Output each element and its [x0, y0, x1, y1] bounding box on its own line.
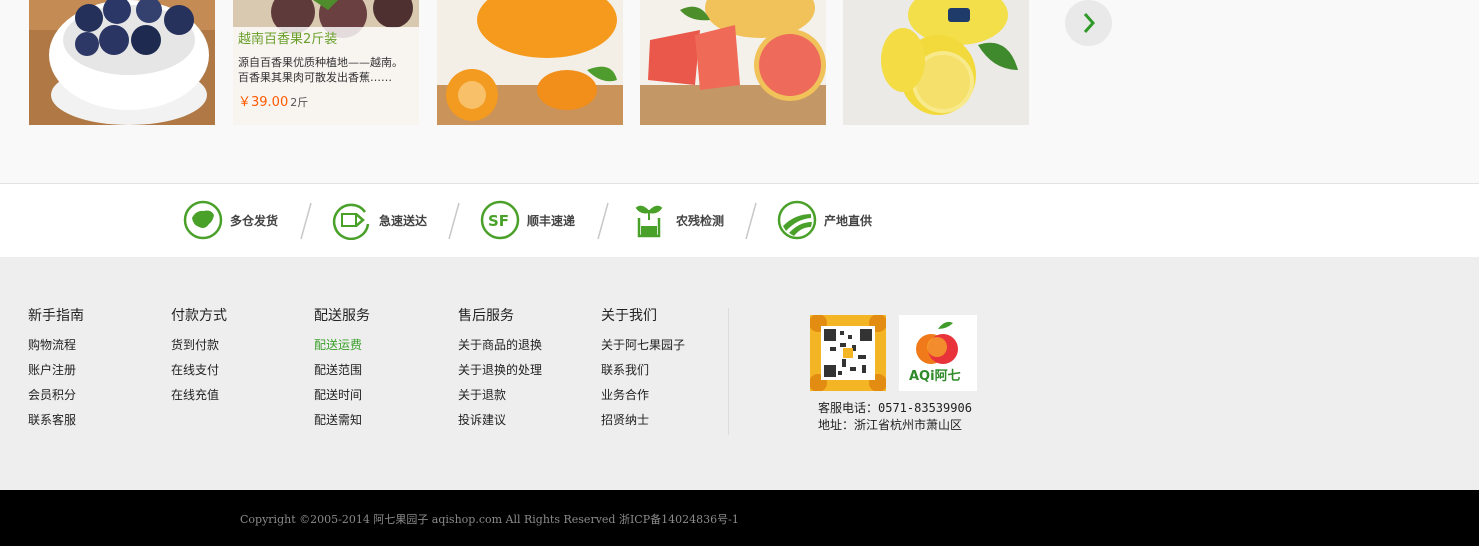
product-desc-line-2: 百香果其果肉可散发出香蕉…… [238, 71, 392, 84]
footer-column-guide: 新手指南 购物流程 账户注册 会员积分 联系客服 [28, 307, 84, 429]
feature-label: 产地直供 [824, 213, 873, 228]
footer-link[interactable]: 配送时间 [314, 379, 370, 404]
footer-link[interactable]: 联系我们 [601, 354, 685, 379]
sunflower-frame-icon [810, 315, 886, 391]
divider-slash [448, 202, 460, 240]
footer-column-title: 新手指南 [28, 308, 84, 324]
product-card-lemon[interactable] [843, 0, 1029, 125]
footer-column-about: 关于我们 关于阿七果园子 联系我们 业务合作 招贤纳士 [601, 307, 685, 429]
carousel-next-button[interactable] [1065, 0, 1112, 46]
feature-label: 多仓发货 [230, 213, 279, 228]
site-footer: 新手指南 购物流程 账户注册 会员积分 联系客服 付款方式 货到付款 在线支付 … [0, 257, 1479, 490]
product-price: ￥39.00 [238, 95, 289, 110]
feature-label: 农残检测 [676, 213, 725, 228]
footer-link[interactable]: 配送范围 [314, 354, 370, 379]
logo-text: AQi阿七 [909, 369, 961, 384]
grapefruit-image [640, 0, 826, 125]
service-features-bar: 多仓发货 急速送达 SF 顺丰速递 农残检测 产地直供 [0, 183, 1479, 257]
product-name[interactable]: 越南百香果2斤装 [238, 31, 414, 49]
footer-column-after-sales: 售后服务 关于商品的退换 关于退换的处理 关于退款 投诉建议 [458, 307, 542, 429]
product-card-blueberry[interactable] [29, 0, 215, 125]
footer-link[interactable]: 在线充值 [171, 379, 227, 404]
product-card-grapefruit[interactable] [640, 0, 826, 125]
footer-link[interactable]: 配送需知 [314, 404, 370, 429]
feature-sf-express: SF 顺丰速递 [480, 200, 575, 240]
qr-code-image [810, 315, 886, 391]
footer-column-delivery: 配送服务 配送运费 配送范围 配送时间 配送需知 [314, 307, 370, 429]
origin-field-icon [777, 200, 817, 240]
footer-link[interactable]: 关于退款 [458, 379, 542, 404]
sprout-test-icon [635, 205, 663, 238]
company-address: 地址：浙江省杭州市萧山区 [818, 418, 963, 432]
divider-slash [597, 202, 609, 240]
footer-link[interactable]: 会员积分 [28, 379, 84, 404]
lemon-image [843, 0, 1029, 125]
feature-multi-warehouse: 多仓发货 [183, 200, 278, 240]
footer-column-title: 付款方式 [171, 308, 227, 324]
footer-column-title: 售后服务 [458, 308, 514, 324]
feature-label: 急速送达 [379, 213, 428, 228]
product-card-tangerine[interactable] [437, 0, 623, 125]
footer-link[interactable]: 招贤纳士 [601, 404, 685, 429]
aqi-brand-logo: AQi阿七 [899, 315, 977, 391]
footer-link[interactable]: 关于商品的退换 [458, 329, 542, 354]
copyright-text: Copyright ©2005-2014 阿七果园子 aqishop.com A… [240, 513, 739, 526]
footer-link[interactable]: 投诉建议 [458, 404, 542, 429]
feature-origin-supply: 产地直供 [777, 200, 872, 240]
product-unit: 2斤 [290, 96, 309, 109]
footer-link[interactable]: 货到付款 [171, 329, 227, 354]
fast-delivery-icon [332, 203, 370, 240]
footer-link[interactable]: 关于阿七果园子 [601, 329, 685, 354]
footer-link[interactable]: 关于退换的处理 [458, 354, 542, 379]
product-carousel: 越南百香果2斤装 源自百香果优质种植地——越南。 百香果其果肉可散发出香蕉…… … [0, 0, 1479, 183]
footer-column-title: 关于我们 [601, 308, 657, 324]
footer-column-title: 配送服务 [314, 308, 370, 324]
footer-link[interactable]: 业务合作 [601, 379, 685, 404]
footer-column-payment: 付款方式 货到付款 在线支付 在线充值 [171, 307, 227, 404]
footer-link[interactable]: 联系客服 [28, 404, 84, 429]
product-price-row: ￥39.00 2斤 [238, 91, 414, 110]
footer-link[interactable]: 在线支付 [171, 354, 227, 379]
product-card-passion-fruit[interactable]: 越南百香果2斤装 源自百香果优质种植地——越南。 百香果其果肉可散发出香蕉…… … [233, 0, 419, 125]
product-desc-line-1: 源自百香果优质种植地——越南。 [238, 56, 403, 69]
sf-express-icon: SF [480, 200, 520, 240]
svg-text:SF: SF [488, 212, 509, 230]
tangerine-image [437, 0, 623, 125]
footer-link-active[interactable]: 配送运费 [314, 329, 370, 354]
divider-slash [300, 202, 312, 240]
contact-info: 客服电话：0571-83539906 地址：浙江省杭州市萧山区 [818, 400, 972, 434]
product-description: 源自百香果优质种植地——越南。 百香果其果肉可散发出香蕉…… [238, 55, 414, 85]
peach-logo-icon: AQi阿七 [899, 315, 977, 391]
footer-divider [728, 308, 729, 435]
service-phone: 客服电话：0571-83539906 [818, 401, 972, 415]
chevron-right-icon [1083, 13, 1096, 33]
feature-label: 顺丰速递 [527, 213, 576, 228]
divider-slash [745, 202, 757, 240]
copyright-bar: Copyright ©2005-2014 阿七果园子 aqishop.com A… [0, 490, 1479, 546]
feature-pesticide-test: 农残检测 [629, 200, 724, 240]
feature-fast-delivery: 急速送达 [332, 200, 427, 240]
footer-link[interactable]: 购物流程 [28, 329, 84, 354]
product-info-overlay: 越南百香果2斤装 源自百香果优质种植地——越南。 百香果其果肉可散发出香蕉…… … [233, 27, 419, 125]
footer-link[interactable]: 账户注册 [28, 354, 84, 379]
china-map-icon [183, 200, 223, 240]
blueberry-image [29, 0, 215, 125]
